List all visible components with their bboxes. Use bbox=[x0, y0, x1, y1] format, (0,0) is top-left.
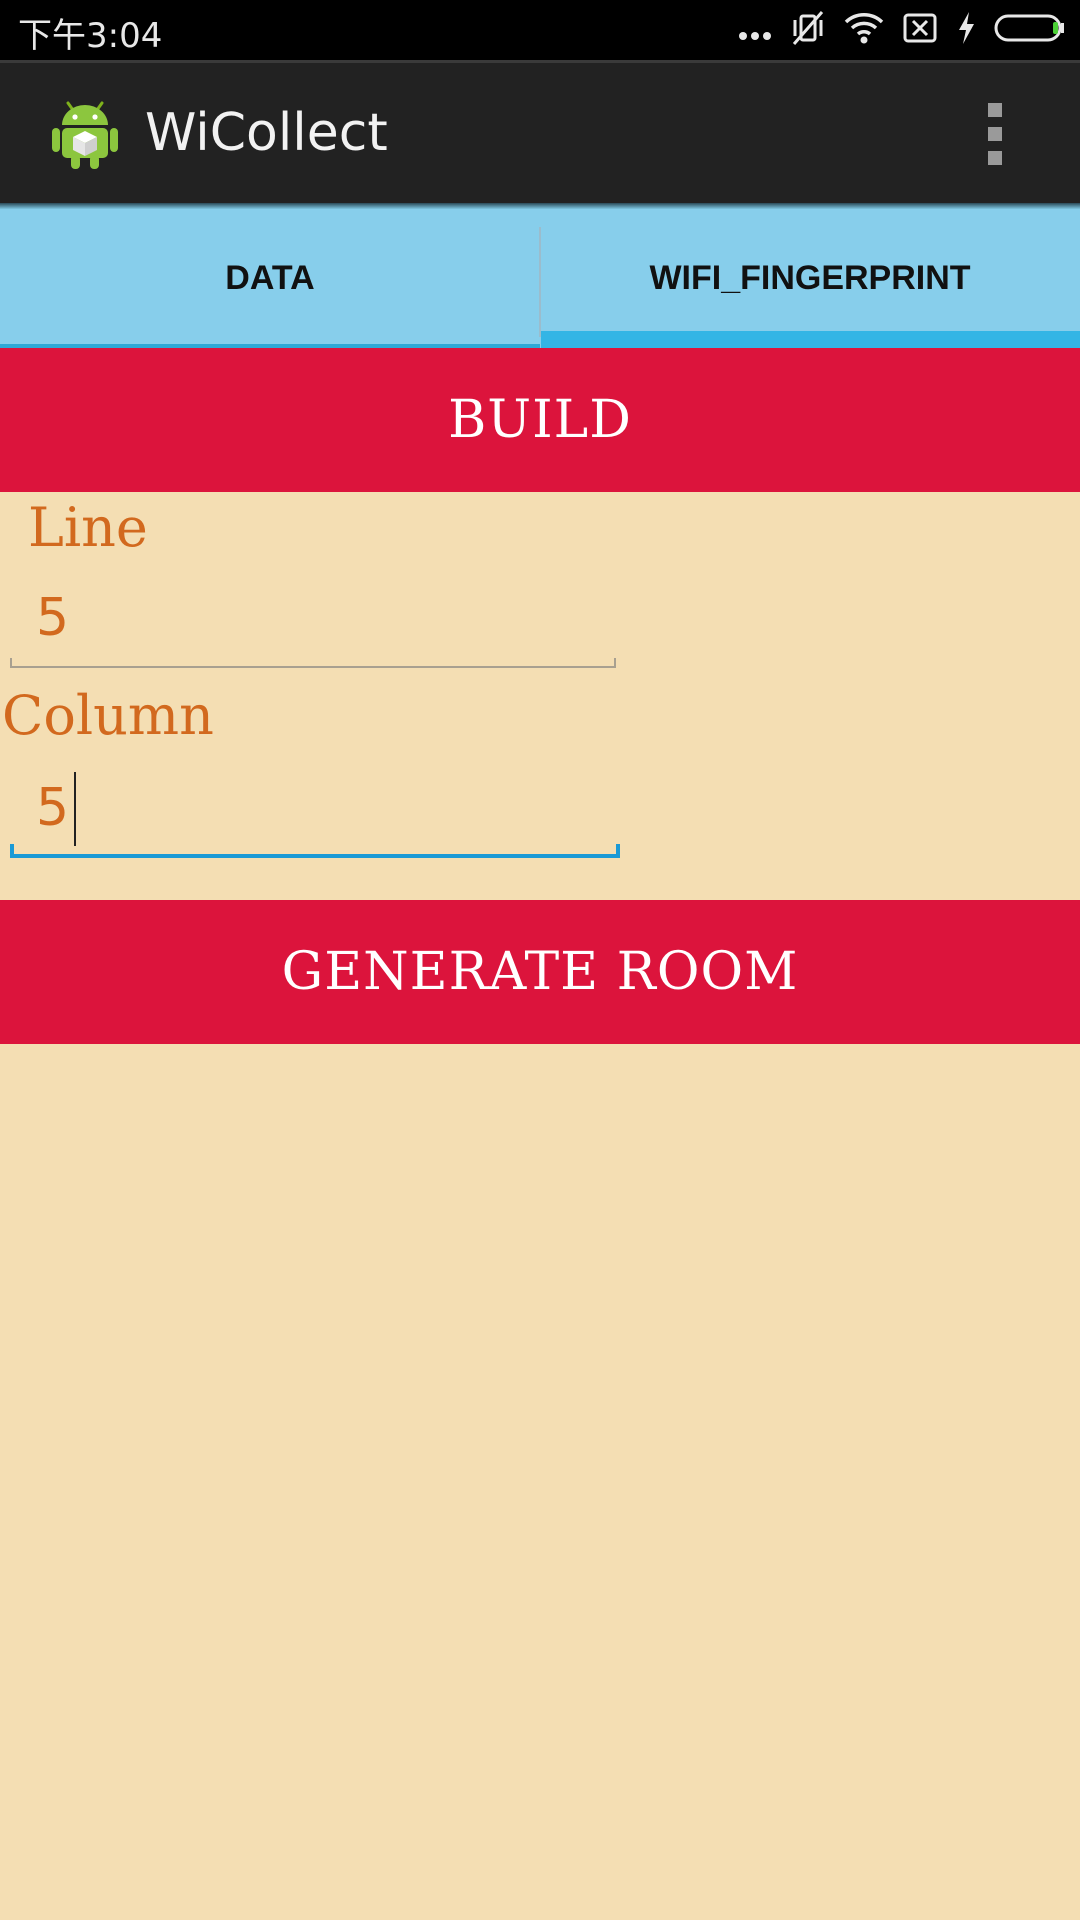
more-dots-icon bbox=[738, 8, 772, 53]
status-bar: 下午3:04 bbox=[0, 0, 1080, 60]
charging-icon bbox=[956, 8, 976, 53]
overflow-menu-icon[interactable] bbox=[985, 101, 1007, 167]
battery-icon bbox=[994, 8, 1066, 53]
status-icons bbox=[738, 10, 1066, 50]
app-title: WiCollect bbox=[145, 103, 388, 163]
build-button[interactable]: BUILD bbox=[0, 348, 1080, 492]
tab-selected-indicator bbox=[541, 331, 1080, 348]
action-bar: WiCollect bbox=[0, 63, 1080, 203]
generate-room-button[interactable]: GENERATE ROOM bbox=[0, 900, 1080, 1044]
status-time: 下午3:04 bbox=[18, 16, 163, 56]
column-input-underline bbox=[10, 844, 620, 858]
line-input-underline bbox=[10, 658, 616, 668]
line-input[interactable]: 5 bbox=[10, 578, 618, 668]
column-label: Column bbox=[2, 684, 214, 747]
menu-dot bbox=[988, 103, 1002, 117]
vibrate-off-icon bbox=[790, 8, 826, 53]
menu-dot bbox=[988, 151, 1002, 165]
tab-bar: DATA WIFI_FINGERPRINT bbox=[0, 209, 1080, 348]
underline-tick bbox=[614, 658, 616, 668]
no-sim-icon bbox=[902, 8, 938, 53]
wifi-icon bbox=[844, 8, 884, 53]
line-label: Line bbox=[28, 496, 148, 559]
line-value: 5 bbox=[36, 588, 70, 648]
android-app-icon bbox=[52, 93, 118, 169]
column-input[interactable]: 5 bbox=[10, 768, 620, 858]
underline-tick bbox=[616, 844, 620, 858]
underline-tick bbox=[10, 658, 12, 668]
tab-wifi-fingerprint[interactable]: WIFI_FINGERPRINT bbox=[540, 209, 1080, 348]
text-cursor bbox=[74, 772, 76, 846]
column-value: 5 bbox=[36, 778, 70, 838]
tab-data[interactable]: DATA bbox=[0, 209, 540, 348]
underline-tick bbox=[10, 844, 14, 858]
menu-dot bbox=[988, 127, 1002, 141]
